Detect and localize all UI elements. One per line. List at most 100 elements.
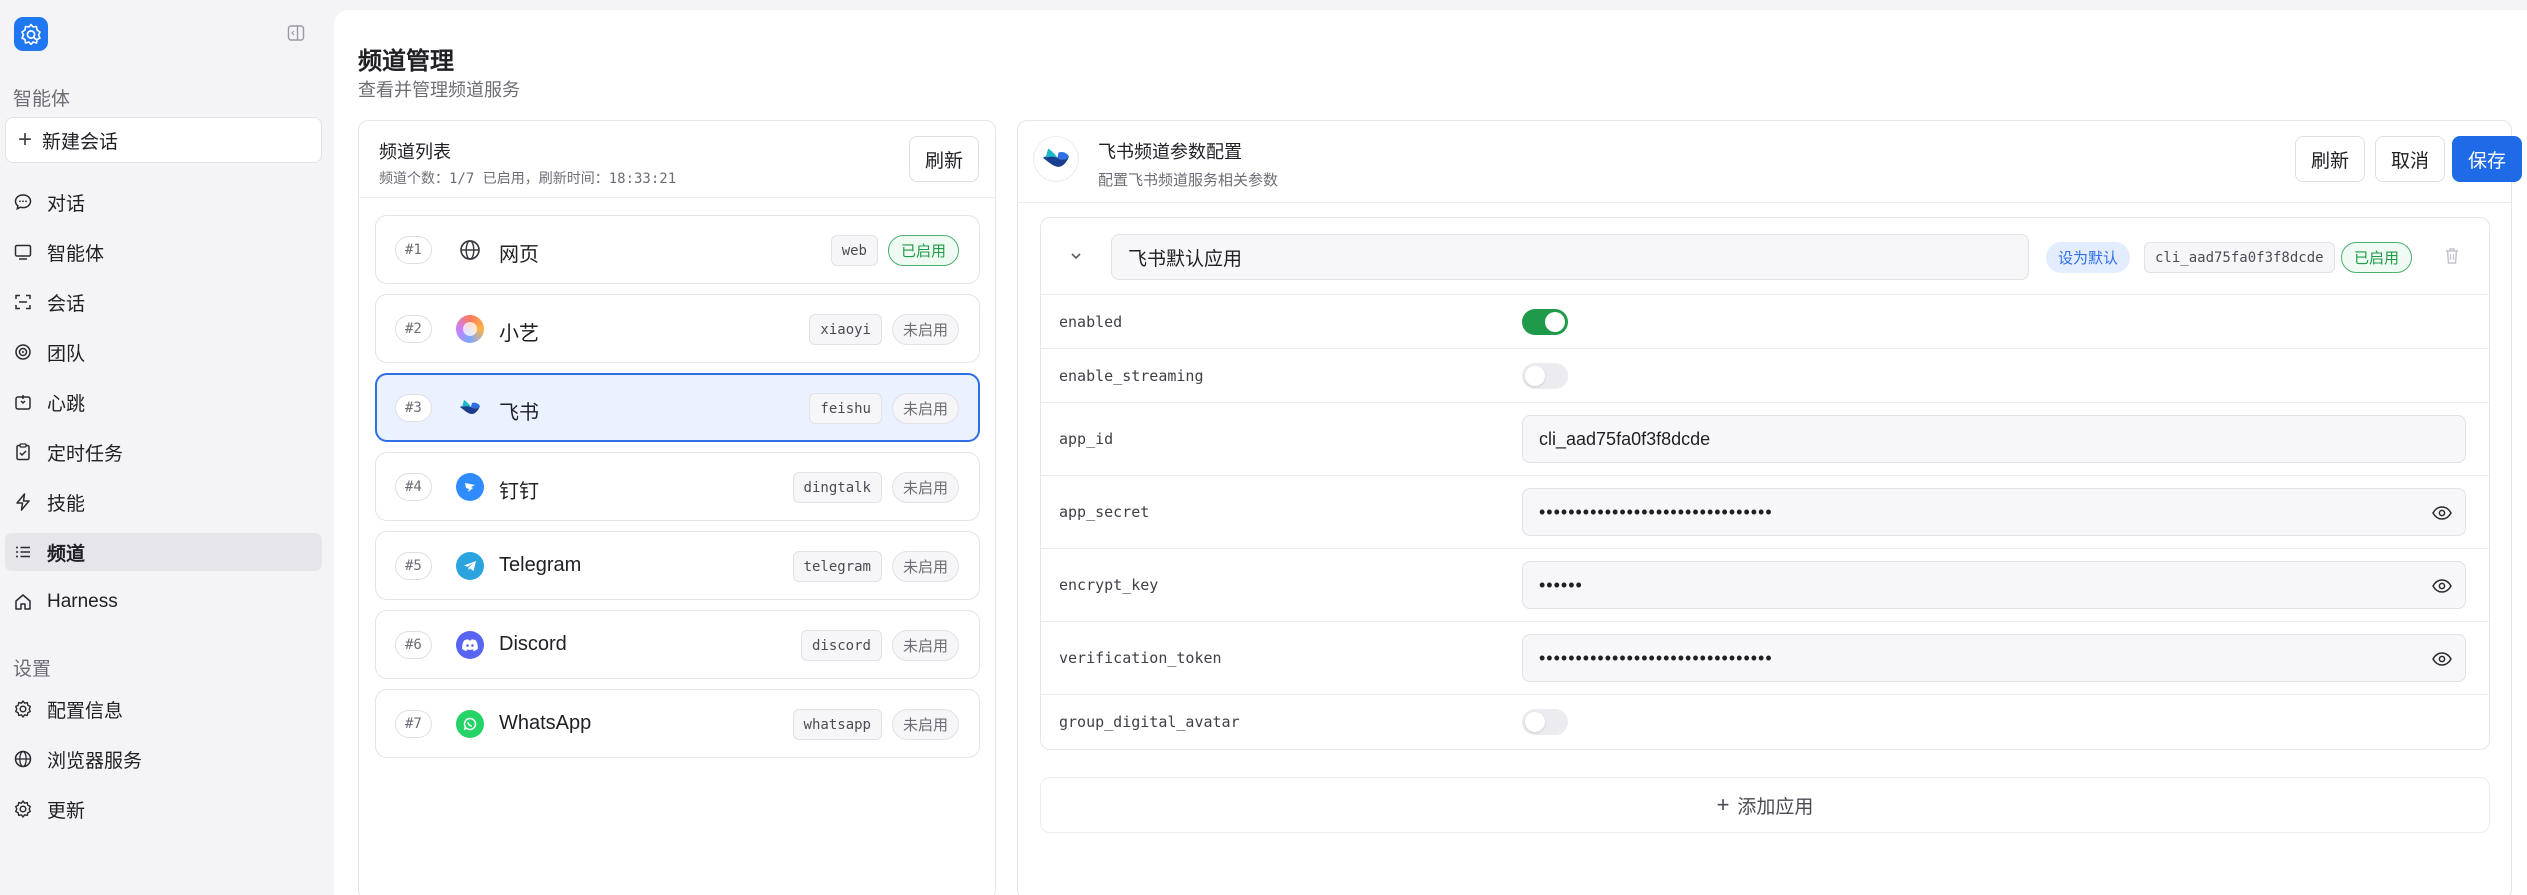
encrypt-key-input[interactable]: ••••••	[1522, 561, 2466, 609]
team-icon	[13, 342, 33, 362]
save-button[interactable]: 保存	[2452, 136, 2522, 182]
channel-number: #7	[395, 710, 432, 738]
sidebar-item-label: 更新	[47, 800, 86, 822]
plus-icon: +	[1716, 792, 1730, 817]
chat-icon	[13, 192, 33, 212]
sidebar-item-label: 心跳	[47, 393, 86, 415]
field-label: group_digital_avatar	[1059, 713, 1240, 731]
channel-number: #1	[395, 236, 432, 264]
app-name-input[interactable]	[1111, 234, 2029, 280]
new-chat-button[interactable]: + 新建会话	[5, 117, 322, 163]
sidebar-item-agent[interactable]: 智能体	[5, 233, 322, 271]
group-digital-avatar-toggle[interactable]	[1522, 709, 1568, 735]
channel-row-discord[interactable]: #6 Discord discord 未启用	[375, 610, 980, 679]
channel-status-badge: 未启用	[891, 472, 959, 503]
home-icon	[13, 592, 33, 612]
sidebar-item-label: 定时任务	[47, 443, 124, 465]
verification-token-value: ••••••••••••••••••••••••••••••••	[1539, 647, 1773, 668]
config-refresh-button[interactable]: 刷新	[2295, 136, 2365, 182]
cancel-button[interactable]: 取消	[2375, 136, 2445, 182]
channel-list-refresh-button[interactable]: 刷新	[909, 136, 979, 182]
sidebar-item-session[interactable]: 会话	[5, 283, 322, 321]
channel-name: Telegram	[499, 554, 582, 576]
channel-status-badge: 已启用	[887, 235, 959, 266]
channel-name: Discord	[499, 633, 567, 655]
sidebar-item-label: 技能	[47, 493, 86, 515]
set-default-button[interactable]: 设为默认	[2046, 242, 2131, 273]
sidebar-item-config-info[interactable]: 配置信息	[5, 690, 322, 728]
sidebar-item-update[interactable]: 更新	[5, 790, 322, 828]
channel-status-badge: 未启用	[891, 709, 959, 740]
channel-number: #5	[395, 552, 432, 580]
channel-list-title: 频道列表	[379, 142, 451, 162]
field-label: encrypt_key	[1059, 576, 1159, 594]
eye-icon[interactable]	[2431, 576, 2453, 596]
channel-row-whatsapp[interactable]: #7 WhatsApp whatsapp 未启用	[375, 689, 980, 758]
channel-code-tag: discord	[800, 630, 882, 661]
channel-list-panel: 频道列表 频道个数：1/7 已启用，刷新时间：18:33:21 刷新 #1 网页…	[358, 120, 996, 895]
channel-config-panel: 飞书频道参数配置 配置飞书频道服务相关参数 刷新 取消 保存 设为默认 cli_…	[1017, 120, 2522, 895]
chevron-down-icon[interactable]	[1067, 247, 1085, 265]
channel-name: 小艺	[499, 323, 539, 345]
channel-row-web[interactable]: #1 网页 web 已启用	[375, 215, 980, 284]
sidebar-item-team[interactable]: 团队	[5, 333, 322, 371]
app-config-card: 设为默认 cli_aad75fa0f3f8dcde 已启用 enabled en…	[1040, 217, 2490, 750]
sidebar-item-browser-service[interactable]: 浏览器服务	[5, 740, 322, 778]
verification-token-input[interactable]: ••••••••••••••••••••••••••••••••	[1522, 634, 2466, 682]
sidebar-item-chat[interactable]: 对话	[5, 183, 322, 221]
field-row-group-digital-avatar: group_digital_avatar	[1041, 695, 2489, 749]
encrypt-key-value: ••••••	[1539, 574, 1583, 595]
app-logo-icon[interactable]	[14, 17, 48, 51]
trash-icon[interactable]	[2441, 245, 2463, 267]
channel-code-tag: telegram	[792, 551, 882, 582]
channel-status-badge: 未启用	[891, 314, 959, 345]
gear-icon	[13, 699, 33, 719]
eye-icon[interactable]	[2431, 649, 2453, 669]
main-content: 频道管理 查看并管理频道服务 频道列表 频道个数：1/7 已启用，刷新时间：18…	[334, 10, 2527, 895]
field-label: app_id	[1059, 430, 1114, 448]
add-app-label: 添加应用	[1737, 796, 1814, 818]
field-label: enabled	[1059, 313, 1123, 331]
dingtalk-logo-icon	[456, 473, 484, 501]
session-icon	[13, 292, 33, 312]
feishu-logo-icon	[1034, 137, 1078, 181]
field-row-app-id: app_id cli_aad75fa0f3f8dcde	[1041, 403, 2489, 476]
sidebar-item-heartbeat[interactable]: 心跳	[5, 383, 322, 421]
channel-status-badge: 未启用	[891, 393, 959, 424]
sidebar-item-scheduled-tasks[interactable]: 定时任务	[5, 433, 322, 471]
app-secret-input[interactable]: ••••••••••••••••••••••••••••••••	[1522, 488, 2466, 536]
channel-name: 网页	[499, 244, 539, 266]
bolt-icon	[13, 492, 33, 512]
field-label: app_secret	[1059, 503, 1150, 521]
enabled-toggle[interactable]	[1522, 309, 1568, 335]
field-row-enable-streaming: enable_streaming	[1041, 349, 2489, 403]
channel-name: 钉钉	[499, 481, 539, 503]
channel-row-telegram[interactable]: #5 Telegram telegram 未启用	[375, 531, 980, 600]
sidebar-item-label: 浏览器服务	[47, 750, 143, 772]
channel-list-meta: 频道个数：1/7 已启用，刷新时间：18:33:21	[379, 171, 677, 187]
channel-code-tag: whatsapp	[792, 709, 882, 740]
channel-row-xiaoyi[interactable]: #2 小艺 xiaoyi 未启用	[375, 294, 980, 363]
add-app-button[interactable]: + 添加应用	[1040, 777, 2490, 833]
channel-row-dingtalk[interactable]: #4 钉钉 dingtalk 未启用	[375, 452, 980, 521]
app-id-value: cli_aad75fa0f3f8dcde	[1539, 428, 1711, 449]
sidebar-collapse-icon[interactable]	[287, 24, 305, 42]
sidebar-item-harness[interactable]: Harness	[5, 583, 322, 621]
app-id-input[interactable]: cli_aad75fa0f3f8dcde	[1522, 415, 2466, 463]
section-title-settings: 设置	[13, 659, 52, 680]
config-header: 飞书频道参数配置 配置飞书频道服务相关参数 刷新 取消 保存	[1018, 121, 2522, 203]
app-card-header: 设为默认 cli_aad75fa0f3f8dcde 已启用	[1041, 218, 2489, 295]
app-secret-value: ••••••••••••••••••••••••••••••••	[1539, 501, 1773, 522]
channel-row-feishu[interactable]: #3 飞书 feishu 未启用	[375, 373, 980, 442]
channel-number: #6	[395, 631, 432, 659]
discord-logo-icon	[456, 631, 484, 659]
enable-streaming-toggle[interactable]	[1522, 363, 1568, 389]
field-row-enabled: enabled	[1041, 295, 2489, 349]
sidebar-item-label: 团队	[47, 343, 86, 365]
channel-name: WhatsApp	[499, 712, 592, 734]
eye-icon[interactable]	[2431, 503, 2453, 523]
sidebar-item-channels[interactable]: 频道	[5, 533, 322, 571]
sidebar-item-skills[interactable]: 技能	[5, 483, 322, 521]
telegram-logo-icon	[456, 552, 484, 580]
new-chat-label: 新建会话	[42, 131, 119, 153]
